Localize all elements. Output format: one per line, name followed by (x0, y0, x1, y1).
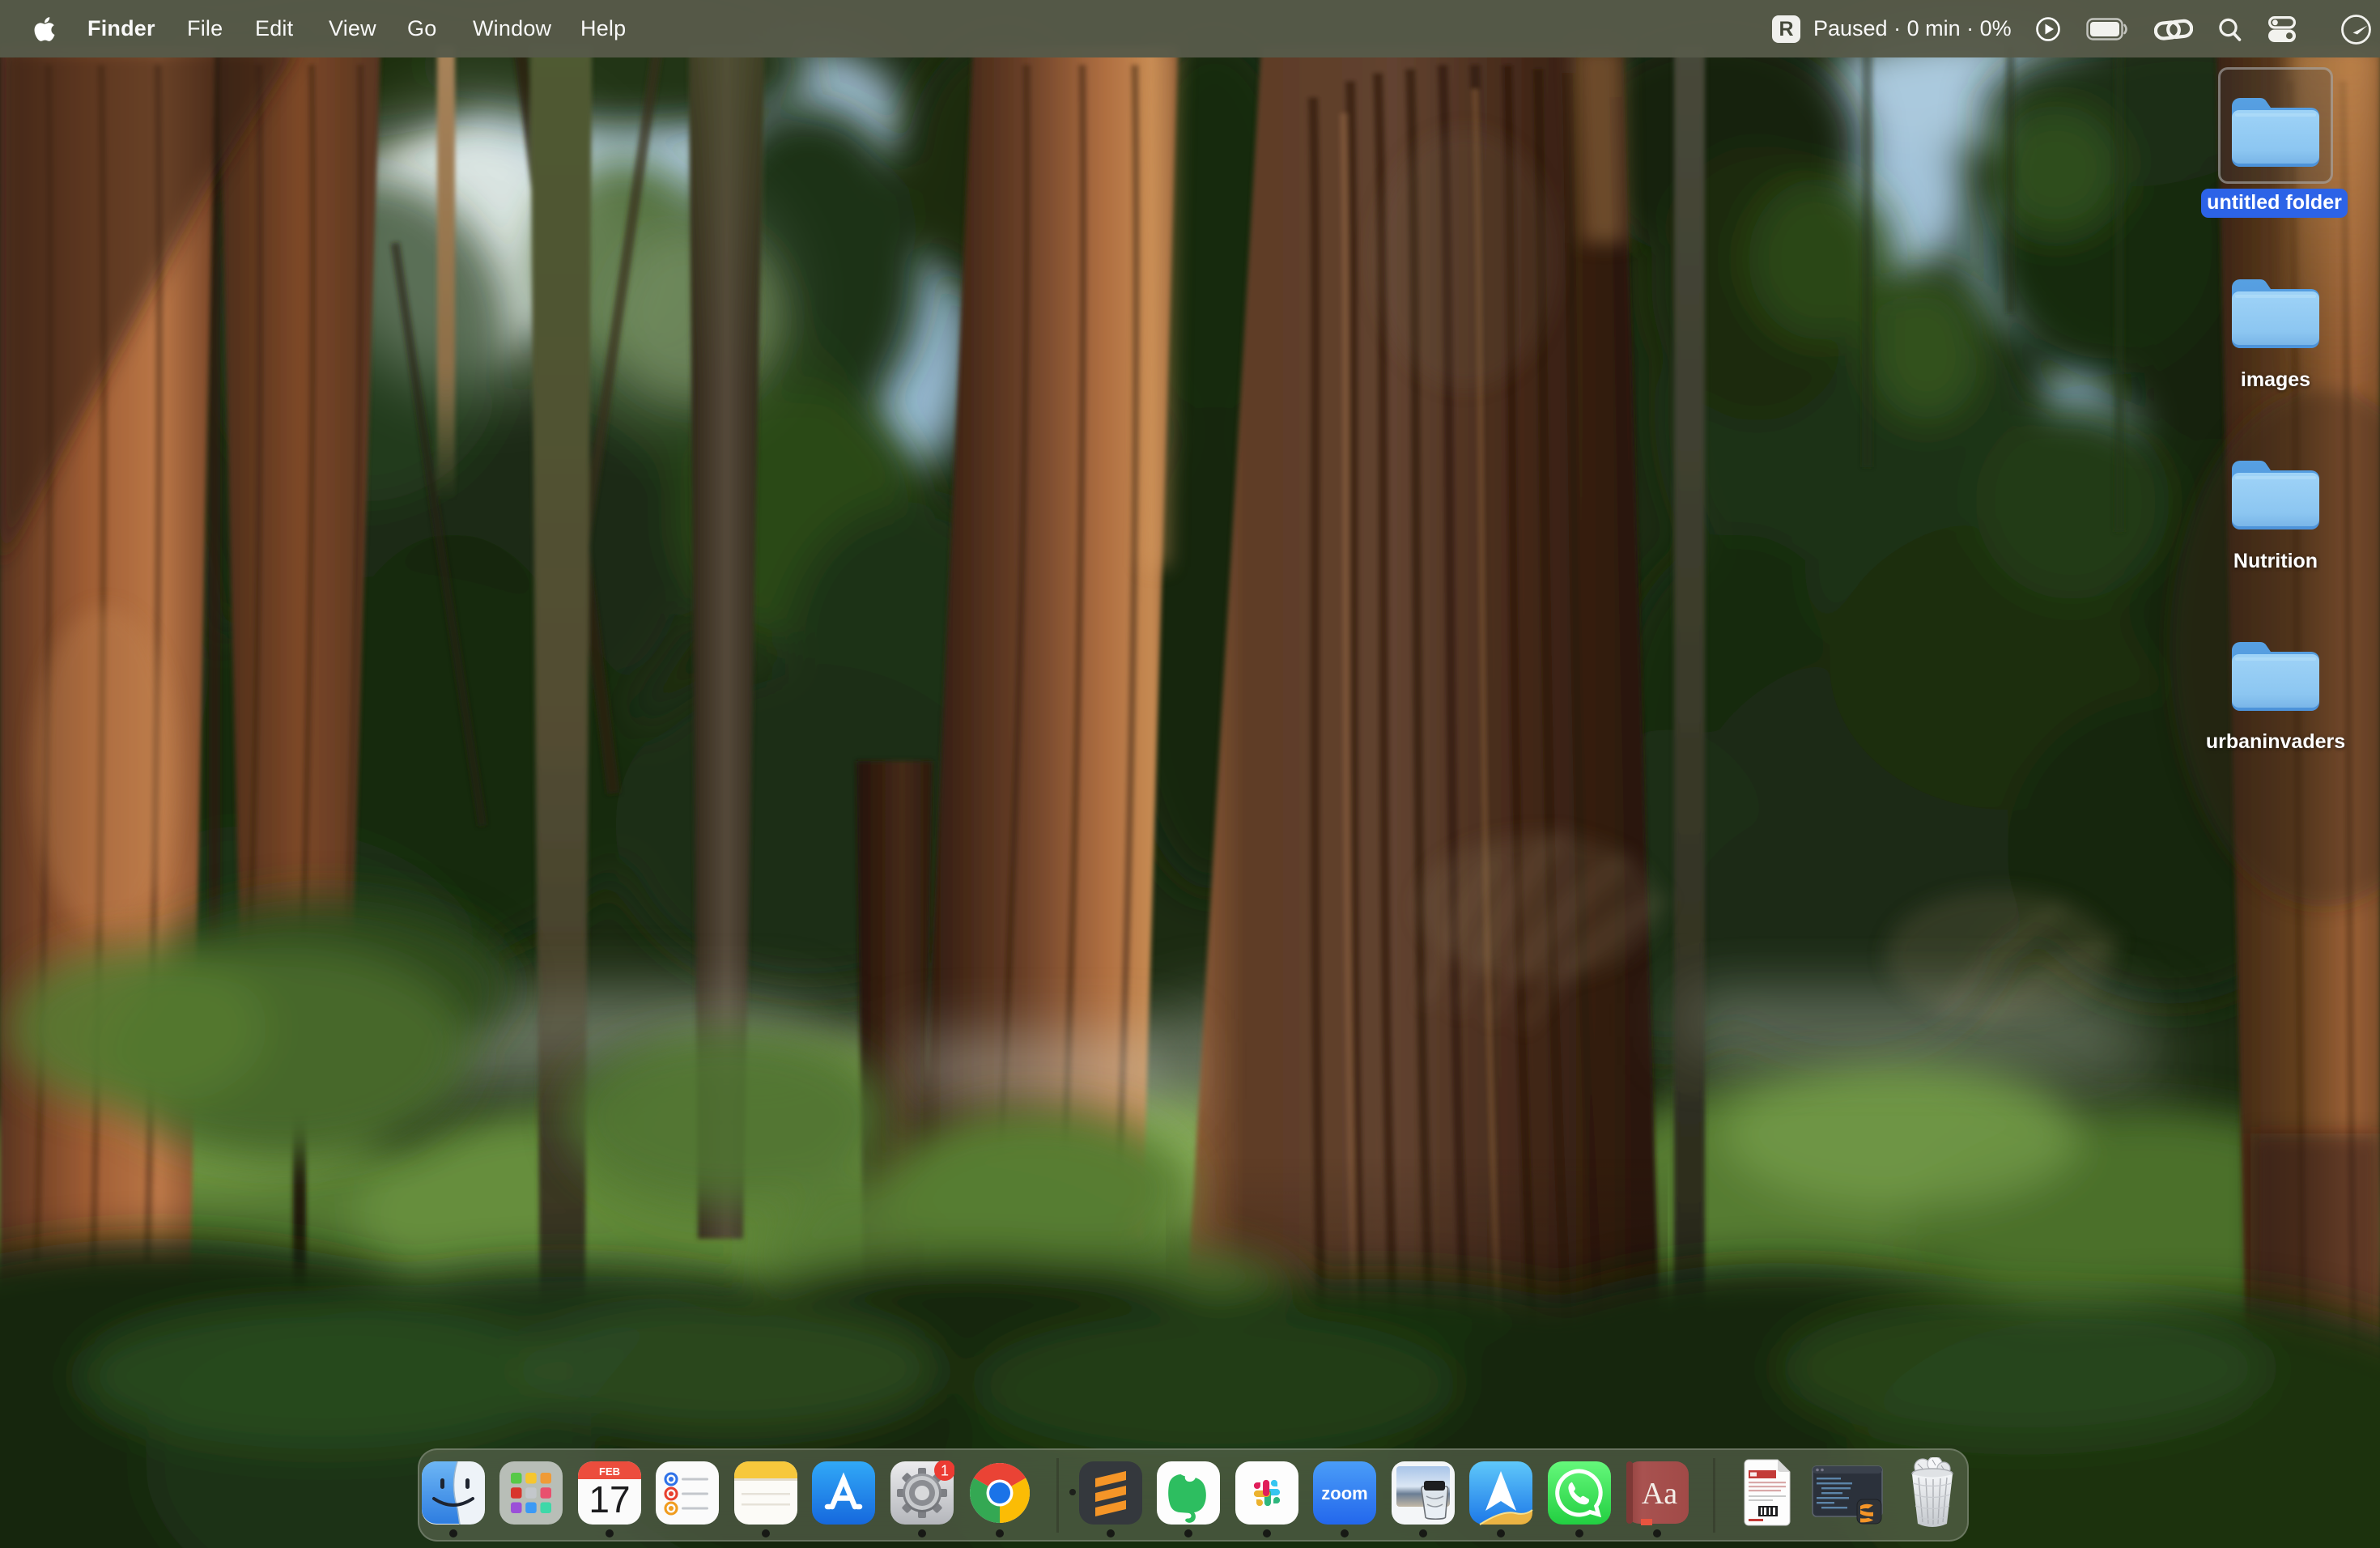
svg-text:1: 1 (941, 1463, 949, 1479)
svg-text:zoom: zoom (1321, 1483, 1367, 1503)
svg-text:17: 17 (589, 1478, 630, 1520)
svg-text:Aa: Aa (1642, 1477, 1677, 1511)
svg-text:FEB: FEB (599, 1465, 620, 1478)
